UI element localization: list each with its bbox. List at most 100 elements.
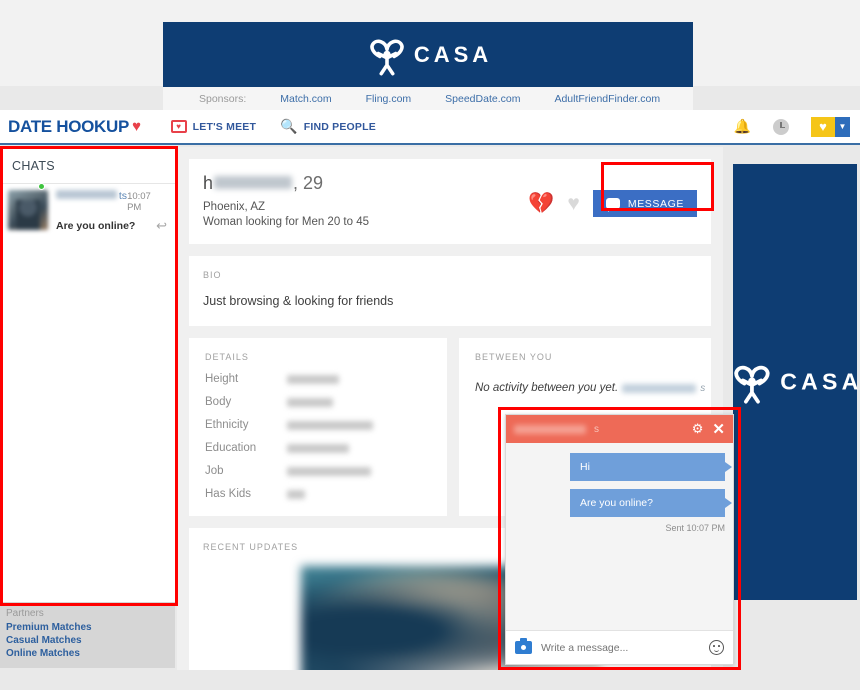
bio-section-label: BIO (203, 270, 222, 280)
heart-icon: ♥ (132, 118, 141, 135)
details-row-value-redacted (287, 489, 305, 499)
chat-list-item[interactable]: ts 10:07 PM Are you online? ↩ (0, 183, 175, 242)
chat-popup-window: s ⚙ ✕ Hi Are you online? Sent 10:07 PM (505, 414, 734, 665)
details-row-value-redacted (287, 397, 333, 407)
details-section-label: DETAILS (205, 352, 249, 362)
partner-link-premium-matches[interactable]: Premium Matches (6, 621, 175, 634)
profile-name-row: h , 29 (203, 173, 528, 194)
sponsor-link-adultfriendfinder[interactable]: AdultFriendFinder.com (554, 93, 660, 105)
chat-popup-username-tail: s (594, 423, 599, 435)
gear-icon[interactable]: ⚙ (692, 421, 704, 437)
profile-header-card: h , 29 Phoenix, AZ Woman looking for Men… (189, 159, 711, 244)
broken-heart-icon[interactable]: 💔 (528, 192, 554, 216)
details-row-key: Ethnicity (205, 419, 249, 431)
chat-popup-messages: Hi Are you online? Sent 10:07 PM (506, 443, 733, 630)
chat-list-item-bottom: Are you online? ↩ (56, 218, 167, 234)
nav-right-actions: 🔔 ♥ ▼ (734, 116, 850, 137)
details-row: Height (205, 373, 447, 385)
chat-list-item-top: ts 10:07 PM (56, 190, 167, 213)
clock-icon[interactable] (773, 118, 789, 135)
top-ad-region: CASA (0, 0, 860, 87)
details-row-value-redacted (287, 443, 349, 453)
heart-icon[interactable]: ♥ (567, 192, 579, 216)
sponsors-bar: Sponsors: Match.com Fling.com SpeedDate.… (163, 87, 693, 111)
profile-seeking: Woman looking for Men 20 to 45 (203, 216, 369, 228)
photo-stack-icon: ♥ (170, 120, 187, 133)
site-logo[interactable]: DATE HOOKUP ♥ (8, 117, 141, 137)
profile-location: Phoenix, AZ (203, 201, 266, 213)
message-button[interactable]: MESSAGE (592, 190, 697, 217)
casa-wordmark: CASA (413, 41, 493, 67)
chat-popup-username-redacted (514, 424, 586, 434)
sponsor-link-fling[interactable]: Fling.com (366, 93, 412, 105)
camera-icon[interactable] (515, 638, 532, 654)
heart-icon: ♥ (811, 116, 835, 137)
partners-heading: Partners (6, 608, 44, 619)
message-button-label: MESSAGE (627, 197, 684, 210)
reply-arrow-icon[interactable]: ↩ (156, 218, 167, 234)
chat-message-preview: Are you online? (56, 220, 136, 232)
chat-username-redacted (56, 190, 117, 199)
smiley-icon[interactable] (709, 640, 724, 655)
chats-sidebar: CHATS ts 10:07 PM Are you online? ↩ (0, 147, 175, 602)
partner-link-online-matches[interactable]: Online Matches (6, 647, 175, 660)
chat-message-outgoing: Are you online? (570, 489, 732, 517)
nav-item-lets-meet[interactable]: ♥ LET'S MEET (170, 120, 257, 133)
bio-card: BIO Just browsing & looking for friends (189, 256, 711, 326)
chat-username-tail: ts (118, 190, 128, 202)
sponsor-link-speeddate[interactable]: SpeedDate.com (445, 93, 520, 105)
close-icon[interactable]: ✕ (712, 422, 725, 437)
chats-heading: CHATS (12, 159, 55, 173)
casa-heart-figure-icon (370, 39, 404, 75)
avatar (8, 190, 48, 230)
details-row: Ethnicity (205, 419, 447, 431)
details-card: DETAILS Height Body Ethnicity Education Job H… (189, 338, 447, 516)
casa-wordmark-rail: CASA (780, 368, 860, 395)
chat-popup-header[interactable]: s ⚙ ✕ (506, 415, 733, 443)
site-logo-text: DATE HOOKUP (8, 116, 130, 136)
casa-banner-ad[interactable]: CASA (163, 22, 693, 87)
chevron-down-icon: ▼ (835, 116, 850, 137)
details-row-key: Has Kids (205, 488, 252, 500)
partners-panel: Partners Premium Matches Casual Matches … (0, 602, 175, 668)
profile-age: , 29 (293, 173, 324, 193)
partner-link-casual-matches[interactable]: Casual Matches (6, 634, 175, 647)
chat-list-item-meta: ts 10:07 PM Are you online? ↩ (56, 190, 167, 234)
between-you-tail: s (700, 382, 706, 394)
main-navigation-bar: DATE HOOKUP ♥ ♥ LET'S MEET 🔍 FIND PEOPLE… (0, 110, 860, 145)
details-row-key: Job (205, 465, 224, 477)
sponsors-label: Sponsors: (199, 93, 247, 105)
chat-popup-actions: ⚙ ✕ (692, 421, 725, 437)
profile-name-initial: h (203, 173, 214, 193)
profile-identity: h , 29 Phoenix, AZ Woman looking for Men… (203, 173, 528, 228)
between-you-text: No activity between you yet. (475, 382, 619, 394)
profile-name-redacted (214, 176, 293, 189)
casa-logo-rail: CASA (728, 358, 860, 406)
nav-item-lets-meet-label: LET'S MEET (192, 120, 257, 133)
details-row-value-redacted (287, 374, 339, 384)
details-row-key: Education (205, 442, 257, 454)
casa-heart-figure-icon (734, 365, 770, 404)
speech-bubble-icon (605, 198, 620, 212)
casa-sidebar-ad[interactable]: CASA (733, 164, 858, 600)
chat-message-outgoing: Hi (570, 453, 732, 481)
online-status-dot (38, 183, 45, 190)
details-rows: Height Body Ethnicity Education Job Has Kids (205, 373, 447, 500)
details-row: Has Kids (205, 488, 447, 500)
app-root: CASA Sponsors: Match.com Fling.com Speed… (0, 0, 860, 690)
between-you-section-label: BETWEEN YOU (475, 352, 553, 362)
chat-popup-composer (506, 630, 733, 664)
details-row-value-redacted (287, 466, 371, 476)
chat-timestamp: 10:07 PM (127, 191, 151, 213)
chat-sent-timestamp: Sent 10:07 PM (665, 523, 725, 533)
sponsor-link-match[interactable]: Match.com (280, 93, 331, 105)
chat-message-input[interactable] (541, 641, 700, 654)
between-you-redacted (622, 383, 697, 393)
details-row: Job (205, 465, 447, 477)
casa-logo: CASA (364, 32, 492, 78)
nav-item-find-people[interactable]: 🔍 FIND PEOPLE (280, 118, 376, 135)
bio-text: Just browsing & looking for friends (203, 294, 394, 308)
profile-header-actions: 💔 ♥ MESSAGE (528, 173, 697, 228)
notification-bell-icon[interactable]: 🔔 (734, 118, 751, 135)
likes-badge[interactable]: ♥ ▼ (811, 116, 850, 137)
